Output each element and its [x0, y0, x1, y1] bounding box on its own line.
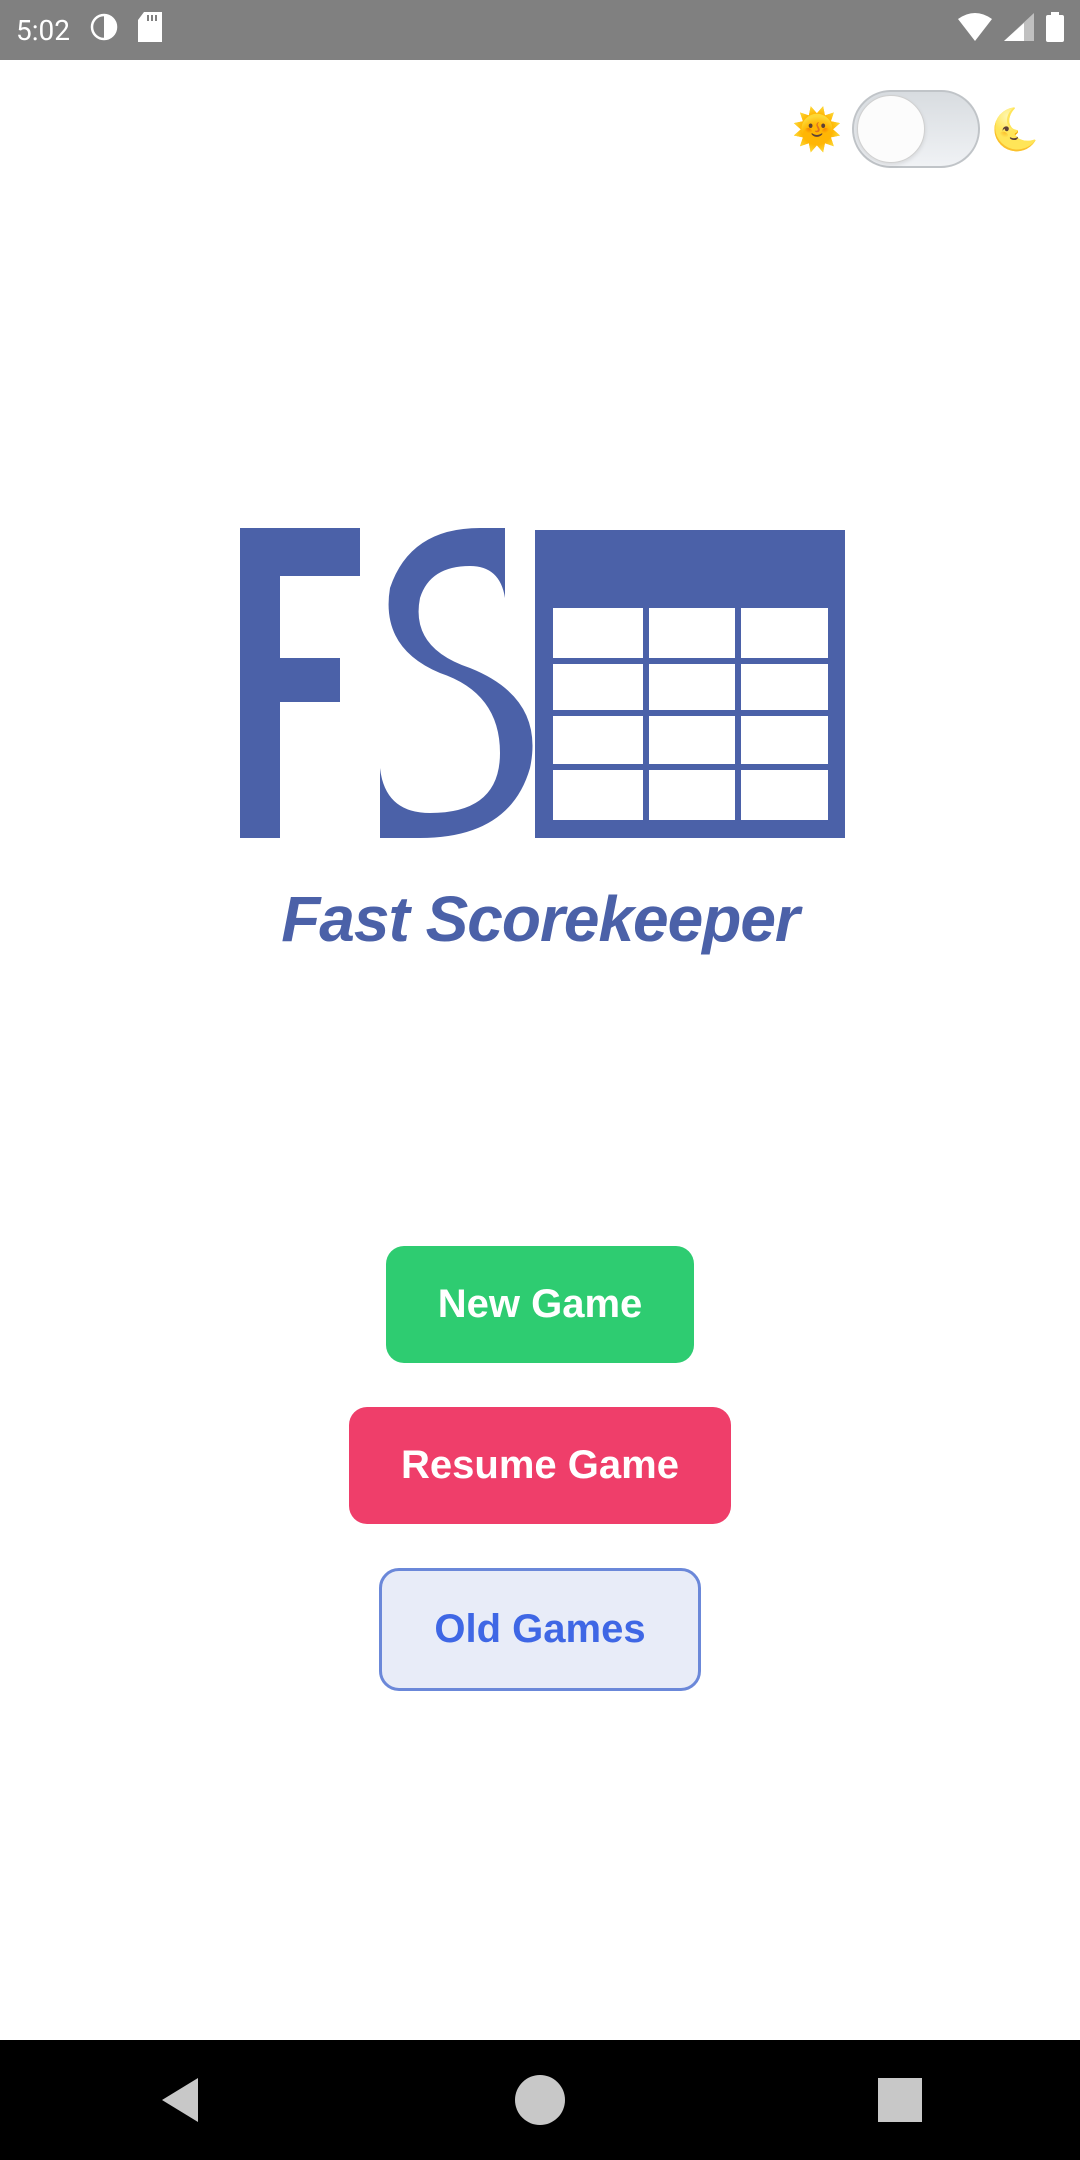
app-tagline: Fast Scorekeeper [230, 882, 850, 956]
back-triangle-icon [162, 2078, 198, 2122]
status-left: 5:02 [16, 12, 162, 49]
theme-toggle-switch[interactable] [852, 90, 980, 168]
resume-game-button[interactable]: Resume Game [349, 1407, 731, 1524]
new-game-button[interactable]: New Game [386, 1246, 695, 1363]
toggle-knob [857, 95, 925, 163]
app-indicator-icon [90, 13, 118, 48]
battery-icon [1046, 12, 1064, 49]
recent-square-icon [878, 2078, 922, 2122]
signal-icon [1004, 13, 1034, 48]
moon-icon: 🌜 [990, 106, 1040, 153]
theme-toggle-row: 🌞 🌜 [0, 60, 1080, 168]
main-content: 🌞 🌜 [0, 60, 1080, 1691]
navigation-bar [0, 2040, 1080, 2160]
wifi-icon [958, 13, 992, 48]
logo-section: Fast Scorekeeper [230, 518, 850, 956]
sun-icon: 🌞 [792, 106, 842, 153]
nav-back-button[interactable] [155, 2075, 205, 2125]
buttons-section: New Game Resume Game Old Games [349, 1246, 731, 1691]
nav-recent-button[interactable] [875, 2075, 925, 2125]
status-bar: 5:02 [0, 0, 1080, 60]
old-games-button[interactable]: Old Games [379, 1568, 700, 1691]
status-time: 5:02 [16, 14, 70, 47]
sd-card-icon [138, 12, 162, 49]
status-right [958, 12, 1064, 49]
nav-home-button[interactable] [515, 2075, 565, 2125]
home-circle-icon [515, 2075, 565, 2125]
app-logo-icon [230, 518, 850, 848]
